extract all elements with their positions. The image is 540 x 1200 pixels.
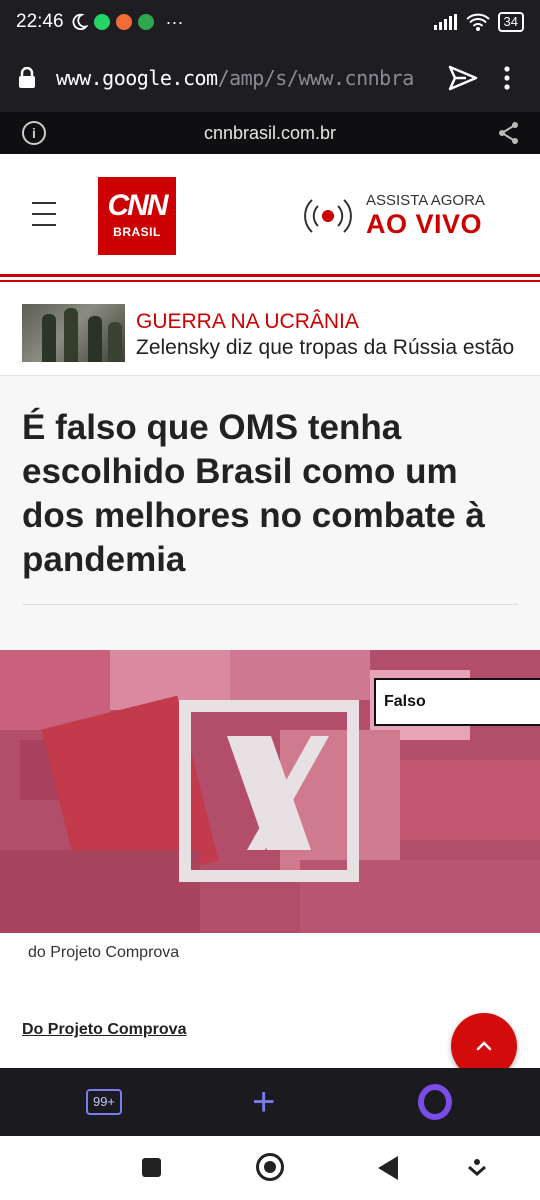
new-tab-button[interactable]: + [252, 1082, 275, 1122]
site-domain[interactable]: cnnbrasil.com.br [204, 123, 336, 144]
url-field[interactable]: www.google.com/amp/s/www.cnnbra [56, 66, 426, 90]
signal-icon [433, 14, 457, 30]
article-header: É falso que OMS tenha escolhido Brasil c… [0, 376, 540, 650]
live-button[interactable]: ASSISTA AGORA AO VIVO [302, 192, 485, 240]
notification-app-icon [115, 14, 132, 30]
breaking-news-item[interactable]: GUERRA NA UCRÂNIA Zelensky diz que tropa… [0, 290, 540, 376]
status-bar: 22:46 ··· 34 [0, 0, 540, 44]
browser-address-bar: www.google.com/amp/s/www.cnnbra [0, 44, 540, 112]
cnn-brasil-logo[interactable]: CNN BRASIL [98, 177, 176, 255]
recents-button[interactable] [142, 1158, 161, 1177]
live-broadcast-icon [304, 199, 352, 233]
wifi-icon [465, 13, 490, 31]
title-divider [22, 604, 518, 605]
share-icon[interactable] [498, 121, 520, 145]
accessibility-icon[interactable] [468, 1158, 486, 1178]
live-label-top: ASSISTA AGORA [366, 192, 485, 209]
hamburger-menu-icon[interactable] [32, 202, 56, 235]
logo-text: CNN [107, 189, 169, 222]
fact-check-badge: Falso [374, 678, 540, 726]
breaking-news-headline: Zelensky diz que tropas da Rússia estão [136, 336, 515, 359]
status-time: 22:46 [16, 11, 64, 32]
back-button[interactable] [378, 1156, 398, 1180]
logo-subtext: BRASIL [113, 225, 161, 239]
menu-kebab-icon[interactable] [504, 66, 510, 90]
article-title: É falso que OMS tenha escolhido Brasil c… [22, 408, 485, 579]
live-label-bottom: AO VIVO [366, 209, 483, 239]
home-button[interactable] [256, 1153, 284, 1181]
location-app-icon [137, 14, 154, 30]
url-host: www.google.com [56, 66, 218, 90]
header-divider [0, 274, 540, 282]
image-caption: do Projeto Comprova [28, 944, 180, 961]
battery-icon: 34 [497, 12, 524, 32]
article-author-link[interactable]: Do Projeto Comprova [22, 1021, 186, 1039]
url-path: /amp/s/www.cnnbra [217, 66, 415, 90]
moon-icon [72, 13, 88, 31]
more-notifications-icon: ··· [165, 11, 184, 32]
status-icons: ··· [70, 12, 184, 33]
amp-info-bar: i cnnbrasil.com.br [0, 112, 540, 154]
breaking-news-category: GUERRA NA UCRÂNIA [136, 310, 359, 333]
system-navigation-bar [0, 1136, 540, 1200]
false-x-logo-icon [179, 700, 359, 882]
send-icon[interactable] [448, 65, 478, 91]
browser-bottom-bar: 99+ + [0, 1068, 540, 1136]
article-hero-image: Falso [0, 650, 540, 933]
whatsapp-icon [93, 14, 110, 30]
site-header: CNN BRASIL ASSISTA AGORA AO VIVO [0, 154, 540, 278]
info-icon[interactable]: i [22, 121, 46, 145]
opera-menu-icon[interactable] [418, 1084, 452, 1120]
lock-icon[interactable] [18, 67, 36, 89]
breaking-news-thumbnail [22, 304, 125, 362]
tabs-button[interactable]: 99+ [86, 1089, 122, 1115]
